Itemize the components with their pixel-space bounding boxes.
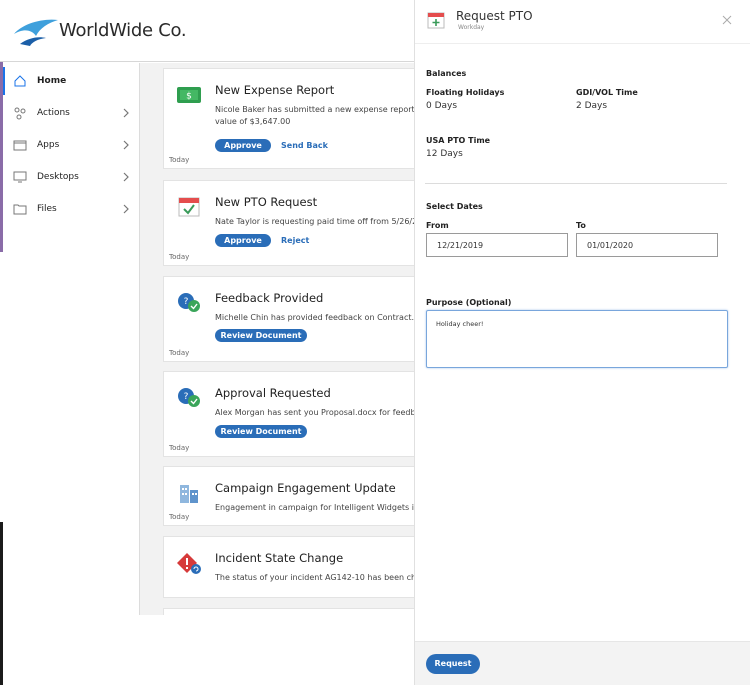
card-title: Feedback Provided: [215, 291, 324, 305]
review-document-button[interactable]: Review Document: [215, 425, 307, 438]
money-icon: $: [177, 87, 201, 103]
floating-holidays-label: Floating Holidays: [426, 88, 505, 97]
svg-text:$: $: [186, 92, 192, 102]
svg-text:?: ?: [184, 392, 189, 402]
card-body: Alex Morgan has sent you Proposal.docx f…: [215, 408, 414, 417]
chat-question-icon: ?: [178, 293, 200, 312]
sidebar-item-desktops[interactable]: Desktops: [3, 163, 139, 191]
home-icon: [14, 75, 26, 87]
card-body: Nicole Baker has submitted a new expense…: [215, 105, 414, 114]
sidebar-item-files[interactable]: Files: [3, 195, 139, 223]
feed-card-feedback[interactable]: ? Feedback Provided Michelle Chin has pr…: [163, 276, 414, 362]
panel-subtitle: Workday: [458, 24, 485, 31]
card-title: New PTO Request: [215, 195, 318, 209]
card-body: Engagement in campaign for Intelligent W…: [215, 503, 414, 512]
card-date: Today: [169, 349, 190, 357]
panel-header: Request PTO Workday: [415, 0, 750, 44]
calendar-check-icon: [178, 197, 200, 217]
feed-card-approval[interactable]: ? Approval Requested Alex Morgan has sen…: [163, 371, 414, 457]
card-body: The status of your incident AG142-10 has…: [215, 573, 414, 582]
select-dates-heading: Select Dates: [426, 202, 483, 211]
gdi-vol-label: GDI/VOL Time: [576, 88, 638, 97]
calendar-add-icon: [427, 12, 445, 29]
apps-icon: [13, 140, 27, 151]
sidebar-item-label: Apps: [37, 140, 60, 150]
sidebar-item-label: Files: [37, 204, 57, 214]
card-title: Approval Requested: [215, 386, 331, 400]
svg-text:?: ?: [184, 297, 189, 307]
card-body: Nate Taylor is requesting paid time off …: [215, 217, 414, 226]
chevron-right-icon: [123, 172, 129, 182]
sidebar-item-label: Home: [37, 76, 67, 86]
approve-button[interactable]: Approve: [215, 139, 271, 152]
panel-title: Request PTO: [456, 9, 533, 23]
floating-holidays-value: 0 Days: [426, 101, 458, 111]
feed-card-partial: [163, 608, 414, 615]
purpose-label: Purpose (Optional): [426, 298, 512, 307]
usa-pto-value: 12 Days: [426, 149, 463, 159]
sidebar: Home Actions Apps Desktops Files: [3, 63, 140, 615]
to-label: To: [576, 221, 586, 230]
feed-card-campaign[interactable]: Campaign Engagement Update Engagement in…: [163, 466, 414, 526]
send-back-link[interactable]: Send Back: [281, 141, 328, 150]
usa-pto-label: USA PTO Time: [426, 136, 491, 145]
building-icon: [180, 485, 198, 503]
card-date: Today: [169, 513, 190, 521]
balances-heading: Balances: [426, 69, 467, 78]
app-header: WorldWide Co.: [0, 0, 414, 62]
sidebar-item-apps[interactable]: Apps: [3, 131, 139, 159]
brand-name: WorldWide Co.: [59, 20, 187, 41]
feed-card-incident[interactable]: Incident State Change The status of your…: [163, 536, 414, 598]
logo-icon: [14, 19, 58, 46]
card-date: Today: [169, 253, 190, 261]
card-title: Campaign Engagement Update: [215, 481, 396, 495]
panel-footer: Request: [415, 641, 750, 685]
chevron-right-icon: [123, 204, 129, 214]
gdi-vol-value: 2 Days: [576, 101, 608, 111]
chat-question-icon: ?: [178, 388, 200, 407]
chevron-right-icon: [123, 140, 129, 150]
close-icon[interactable]: [721, 14, 733, 26]
desktop-icon: [13, 171, 27, 183]
divider: [425, 183, 727, 184]
purpose-textarea[interactable]: Holiday cheer!: [426, 310, 728, 368]
feed-card-pto[interactable]: New PTO Request Nate Taylor is requestin…: [163, 180, 414, 266]
sidebar-item-actions[interactable]: Actions: [3, 99, 139, 127]
from-date-field[interactable]: 12/21/2019: [426, 233, 568, 257]
card-body-line2: value of $3,647.00: [215, 117, 291, 126]
card-title: New Expense Report: [215, 83, 335, 97]
review-document-button[interactable]: Review Document: [215, 329, 307, 342]
reject-link[interactable]: Reject: [281, 236, 309, 245]
approve-button[interactable]: Approve: [215, 234, 271, 247]
card-title: Incident State Change: [215, 551, 344, 565]
feed-card-expense[interactable]: $ New Expense Report Nicole Baker has su…: [163, 68, 414, 169]
folder-icon: [13, 204, 27, 215]
activity-feed: $ New Expense Report Nicole Baker has su…: [140, 63, 414, 615]
sidebar-item-home[interactable]: Home: [3, 67, 139, 95]
card-date: Today: [169, 444, 190, 452]
from-label: From: [426, 221, 449, 230]
alert-icon: [177, 553, 201, 574]
sidebar-item-label: Desktops: [37, 172, 79, 182]
chevron-right-icon: [123, 108, 129, 118]
to-date-field[interactable]: 01/01/2020: [576, 233, 718, 257]
card-date: Today: [169, 156, 190, 164]
sidebar-item-label: Actions: [37, 108, 70, 118]
request-button[interactable]: Request: [426, 654, 480, 674]
request-pto-panel: Request PTO Workday Balances Floating Ho…: [414, 0, 750, 685]
card-body: Michelle Chin has provided feedback on C…: [215, 313, 414, 322]
actions-icon: [14, 107, 26, 120]
